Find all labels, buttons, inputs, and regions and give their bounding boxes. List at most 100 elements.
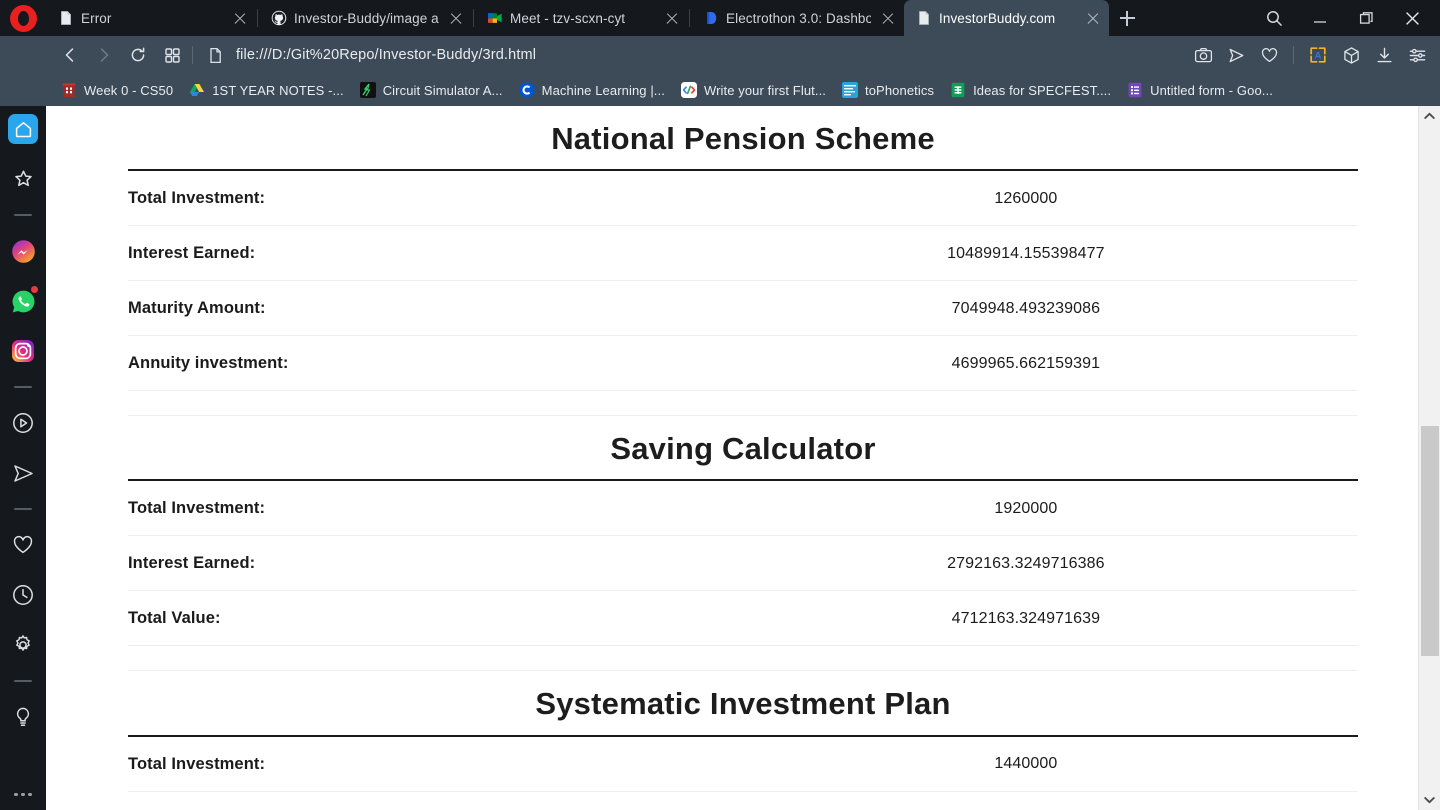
section-title: National Pension Scheme	[551, 121, 935, 156]
bookmark-item[interactable]: Ideas for SPECFEST....	[943, 79, 1118, 101]
tab-grid-icon[interactable]	[156, 40, 188, 70]
close-icon[interactable]	[878, 8, 898, 28]
close-icon[interactable]	[230, 8, 250, 28]
easy-setup-sliders-icon[interactable]	[1402, 40, 1432, 70]
restore-icon[interactable]	[1344, 0, 1388, 36]
bookmark-item[interactable]: Week 0 - CS50	[54, 79, 180, 101]
section-title: Systematic Investment Plan	[535, 686, 951, 722]
back-icon[interactable]	[54, 40, 86, 70]
google-meet-icon	[487, 10, 503, 26]
table-row: Interest Earned: 10489914.155398477	[128, 226, 1358, 281]
sidebar-item-instagram[interactable]	[8, 336, 38, 366]
row-value: 4712163.324971639	[951, 609, 1101, 627]
tab-title: InvestorBuddy.com	[939, 10, 1056, 26]
row-value: 1920000	[994, 499, 1058, 517]
row-value: 2792163.3249716386	[947, 554, 1105, 572]
translate-icon[interactable]: A	[1303, 40, 1333, 70]
close-icon[interactable]	[1083, 8, 1103, 28]
svg-text:A: A	[1315, 51, 1322, 62]
sidebar-item-settings[interactable]	[8, 630, 38, 660]
page-scrollbar[interactable]	[1418, 106, 1440, 810]
google-drive-icon	[189, 82, 205, 98]
close-icon[interactable]	[662, 8, 682, 28]
scroll-down-icon[interactable]	[1419, 790, 1440, 810]
sidebar-item-tips[interactable]	[8, 702, 38, 732]
reload-icon[interactable]	[122, 40, 154, 70]
code-brackets-icon	[680, 82, 697, 98]
sidebar-item-whatsapp[interactable]	[8, 285, 39, 316]
web-page-content: National Pension Scheme Total Investment…	[46, 106, 1440, 810]
close-icon[interactable]	[446, 8, 466, 28]
url-text: file:///D:/Git%20Repo/Investor-Buddy/3rd…	[236, 47, 537, 63]
row-label: Total Investment:	[128, 754, 266, 773]
url-field[interactable]: file:///D:/Git%20Repo/Investor-Buddy/3rd…	[197, 47, 1186, 64]
sidebar-divider	[14, 680, 32, 682]
results-table: Total Investment: 1260000 Interest Earne…	[128, 169, 1358, 416]
sidebar-item-player[interactable]	[8, 408, 38, 438]
divider	[192, 46, 193, 64]
new-tab-button[interactable]	[1109, 0, 1145, 36]
download-icon[interactable]	[1369, 40, 1399, 70]
sidebar-item-messenger[interactable]	[8, 236, 38, 266]
search-icon[interactable]	[1252, 0, 1296, 36]
row-label: Annuity investment:	[128, 354, 289, 373]
browser-tab-3[interactable]: Electrothon 3.0: Dashboard	[691, 0, 904, 36]
section-saving-calculator: Saving Calculator Total Investment: 1920…	[128, 416, 1358, 671]
browser-tab-1[interactable]: Investor-Buddy/image at m	[259, 0, 472, 36]
tab-title: Investor-Buddy/image at m	[294, 10, 439, 26]
sidebar-divider	[14, 386, 32, 388]
browser-tab-4-active[interactable]: InvestorBuddy.com	[904, 0, 1109, 36]
bookmark-item[interactable]: Untitled form - Goo...	[1120, 79, 1280, 101]
table-row: Total Investment: 1260000	[128, 170, 1358, 226]
scroll-up-icon[interactable]	[1419, 106, 1440, 126]
bookmark-label: Write your first Flut...	[703, 82, 827, 98]
sidebar-item-telegram[interactable]	[8, 458, 38, 488]
forward-icon	[88, 40, 120, 70]
google-forms-icon	[1127, 82, 1143, 98]
opera-logo-icon[interactable]	[10, 5, 37, 32]
snapshot-camera-icon[interactable]	[1188, 40, 1218, 70]
section-systematic-investment-plan: Systematic Investment Plan Total Investm…	[128, 671, 1358, 792]
google-sheets-icon	[950, 82, 966, 98]
scrollbar-thumb[interactable]	[1420, 426, 1439, 656]
cs50-icon	[61, 82, 77, 98]
scrollbar-track[interactable]	[1419, 126, 1440, 790]
sidebar-more-options[interactable]	[0, 792, 46, 796]
notification-badge	[30, 285, 39, 294]
bookmark-item[interactable]: Write your first Flut...	[674, 79, 833, 101]
document-icon	[58, 10, 74, 26]
tophonetics-icon	[842, 82, 859, 98]
send-icon[interactable]	[1221, 40, 1251, 70]
bookmark-label: Ideas for SPECFEST....	[973, 82, 1112, 98]
table-row: Annuity investment: 4699965.662159391	[128, 336, 1358, 391]
row-label: Maturity Amount:	[128, 299, 266, 318]
sidebar-item-favorites[interactable]	[8, 164, 38, 194]
minimize-icon[interactable]	[1298, 0, 1342, 36]
row-label: Total Value:	[128, 609, 221, 628]
page-info-icon[interactable]	[207, 47, 224, 64]
browser-tab-0[interactable]: Error	[46, 0, 256, 36]
row-value: 1440000	[994, 755, 1058, 773]
sidebar-item-favorites-heart[interactable]	[8, 530, 38, 560]
divider	[1293, 46, 1294, 64]
package-3d-icon[interactable]	[1336, 40, 1366, 70]
tab-title: Electrothon 3.0: Dashboard	[726, 10, 871, 26]
sidebar-item-home[interactable]	[8, 114, 38, 144]
table-row: Total Investment: 1920000	[128, 480, 1358, 536]
heart-icon[interactable]	[1254, 40, 1284, 70]
bookmark-label: Circuit Simulator A...	[382, 82, 503, 98]
bookmark-item[interactable]: 1ST YEAR NOTES -...	[182, 79, 350, 101]
row-value: 7049948.493239086	[951, 299, 1101, 317]
tab-strip: Error Investor-Buddy/image at m	[0, 0, 1440, 36]
bookmark-item[interactable]: Machine Learning |...	[512, 79, 672, 101]
sidebar-item-history[interactable]	[8, 580, 38, 610]
opera-sidebar	[0, 106, 46, 810]
bookmark-item[interactable]: Circuit Simulator A...	[353, 79, 510, 101]
bookmark-item[interactable]: toPhonetics	[835, 79, 941, 101]
row-value: 1260000	[994, 189, 1058, 207]
row-value: 4699965.662159391	[951, 354, 1101, 372]
tab-separator	[689, 9, 690, 27]
bookmark-label: toPhonetics	[865, 82, 935, 98]
browser-tab-2[interactable]: Meet - tzv-scxn-cyt	[475, 0, 688, 36]
close-icon[interactable]	[1390, 0, 1434, 36]
